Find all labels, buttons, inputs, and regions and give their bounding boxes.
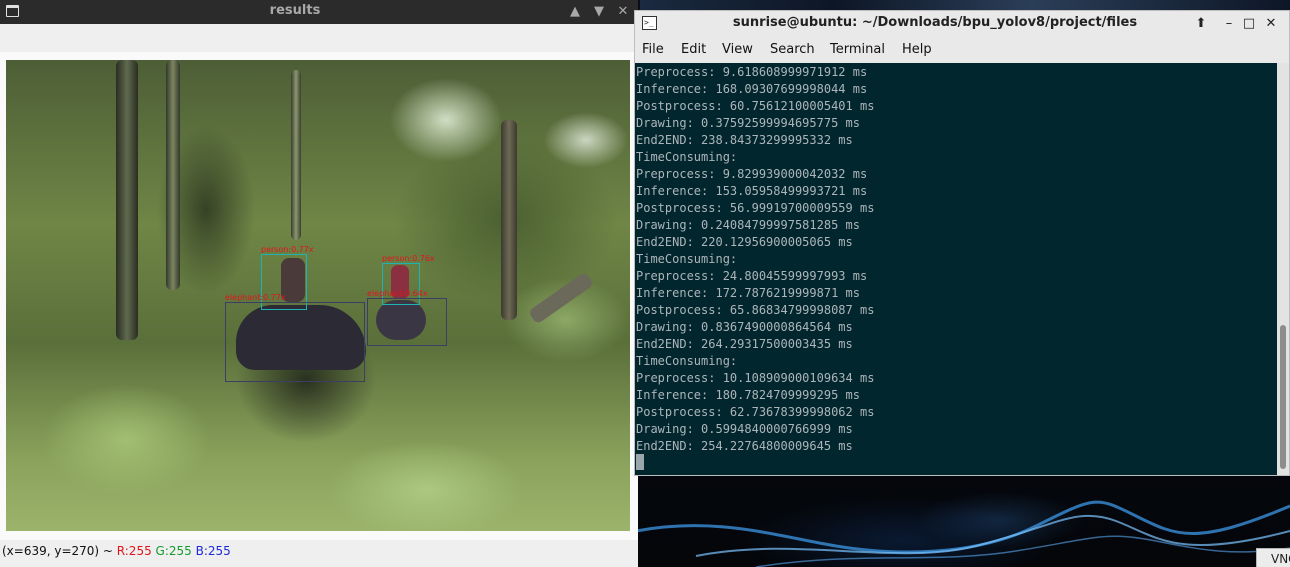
results-titlebar[interactable]: results ▲ ▼ ✕ — [0, 0, 638, 24]
terminal-titlebar[interactable]: >_ sunrise@ubuntu: ~/Downloads/bpu_yolov… — [635, 11, 1289, 37]
terminal-menubar: File Edit View Search Terminal Help — [635, 37, 1289, 63]
terminal-title: sunrise@ubuntu: ~/Downloads/bpu_yolov8/p… — [732, 15, 1138, 30]
wallpaper-light-swirl — [636, 500, 1290, 567]
terminal-line: Drawing: 0.5994840000766999 ms — [636, 422, 853, 436]
close-button[interactable]: ✕ — [613, 2, 633, 22]
terminal-line: Preprocess: 24.80045599997993 ms — [636, 269, 868, 283]
elephant-detection-label: elephant:0.64x — [367, 289, 428, 298]
pixel-green-value: G:255 — [155, 544, 192, 558]
terminal-line: Postprocess: 60.75612100005401 ms — [636, 99, 875, 113]
detection-result-image[interactable]: person:0.77x person:0.76x elephant:0.77x… — [6, 60, 630, 531]
terminal-output[interactable]: Preprocess: 9.618608999971912 ms Inferen… — [635, 63, 1277, 475]
terminal-line: End2END: 238.84373299995332 ms — [636, 133, 853, 147]
results-window-title: results — [269, 3, 321, 18]
person-detection-label: person:0.77x — [261, 245, 314, 254]
menu-view[interactable]: View — [722, 42, 753, 57]
tree-trunk — [291, 70, 301, 240]
terminal-line: Postprocess: 65.86834799998087 ms — [636, 303, 875, 317]
terminal-line: TimeConsuming: — [636, 354, 738, 368]
close-button[interactable]: ✕ — [1261, 14, 1281, 34]
cursor-coordinates: (x=639, y=270) ~ — [2, 544, 117, 558]
terminal-scrollbar[interactable] — [1277, 63, 1289, 475]
terminal-line: Drawing: 0.8367490000864564 ms — [636, 320, 853, 334]
new-tab-icon[interactable]: ⬆ — [1191, 14, 1211, 34]
elephant-detection-label: elephant:0.77x — [225, 293, 286, 302]
menu-terminal[interactable]: Terminal — [830, 42, 885, 57]
terminal-line: End2END: 254.22764800009645 ms — [636, 439, 853, 453]
terminal-cursor — [636, 454, 644, 470]
terminal-window: >_ sunrise@ubuntu: ~/Downloads/bpu_yolov… — [634, 10, 1290, 476]
menu-search[interactable]: Search — [770, 42, 815, 57]
terminal-line: Inference: 172.7876219999871 ms — [636, 286, 860, 300]
elephant-detection-box — [367, 298, 447, 346]
terminal-line: Inference: 153.05958499993721 ms — [636, 184, 868, 198]
terminal-line: End2END: 220.12956900005065 ms — [636, 235, 853, 249]
terminal-line: Postprocess: 56.99919700009559 ms — [636, 201, 875, 215]
elephant-detection-box — [225, 302, 365, 382]
maximize-button[interactable]: ▲ — [565, 2, 585, 22]
menu-file[interactable]: File — [642, 42, 664, 57]
results-window: results ▲ ▼ ✕ person:0.77x person:0.76x … — [0, 0, 638, 567]
terminal-line: End2END: 264.29317500003435 ms — [636, 337, 853, 351]
terminal-line: Drawing: 0.37592599994695775 ms — [636, 116, 860, 130]
terminal-line: Preprocess: 9.618608999971912 ms — [636, 65, 868, 79]
minimize-button[interactable]: ▼ — [589, 2, 609, 22]
pixel-blue-value: B:255 — [195, 544, 231, 558]
terminal-line: Inference: 180.7824709999295 ms — [636, 388, 860, 402]
tree-trunk — [166, 60, 180, 290]
terminal-line: Preprocess: 10.108909000109634 ms — [636, 371, 875, 385]
tree-trunk — [527, 271, 595, 325]
results-toolbar-area — [0, 24, 638, 52]
maximize-button[interactable]: □ — [1239, 14, 1259, 34]
terminal-line: TimeConsuming: — [636, 150, 738, 164]
menu-edit[interactable]: Edit — [681, 42, 706, 57]
tree-trunk — [501, 120, 517, 320]
results-statusbar: (x=639, y=270) ~ R:255 G:255 B:255 — [0, 540, 638, 567]
person-detection-label: person:0.76x — [382, 254, 435, 263]
minimize-button[interactable]: – — [1219, 14, 1239, 34]
tree-trunk — [116, 60, 138, 340]
terminal-line: Postprocess: 62.73678399998062 ms — [636, 405, 875, 419]
vnc-taskbar-tab[interactable]: VNC — [1256, 548, 1290, 567]
terminal-line: Inference: 168.09307699998044 ms — [636, 82, 868, 96]
terminal-scroll-thumb[interactable] — [1280, 325, 1286, 469]
terminal-line: Preprocess: 9.829939000042032 ms — [636, 167, 868, 181]
terminal-line: Drawing: 0.24084799997581285 ms — [636, 218, 860, 232]
pixel-red-value: R:255 — [116, 544, 152, 558]
terminal-line: TimeConsuming: — [636, 252, 738, 266]
menu-help[interactable]: Help — [902, 42, 932, 57]
